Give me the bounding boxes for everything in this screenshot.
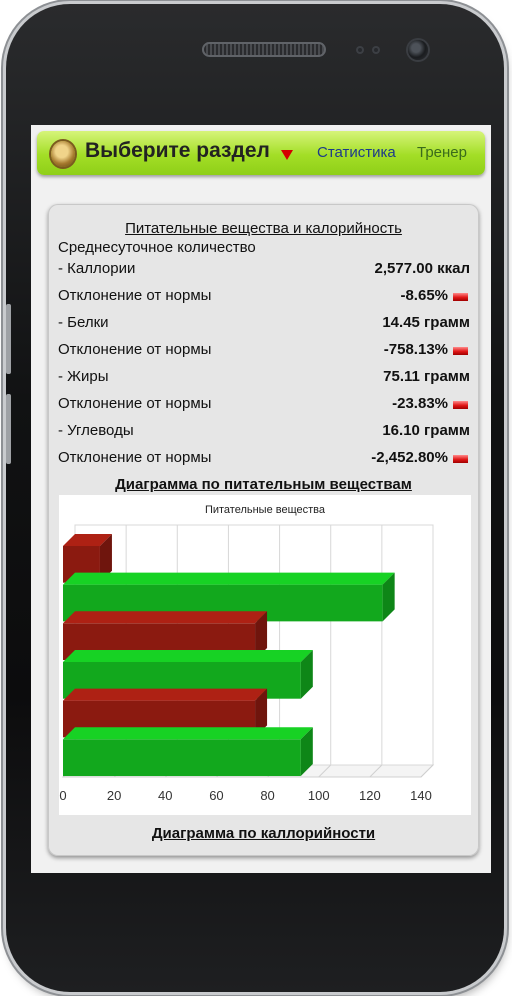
x-tick-label: 80 <box>260 788 274 803</box>
stat-label: - Белки <box>58 314 109 331</box>
x-tick-label: 120 <box>359 788 381 803</box>
stat-row-carbs: - Углеводы 16.10 грамм <box>58 422 470 442</box>
section-selector[interactable]: Выберите раздел <box>85 139 270 163</box>
red-flag-icon <box>453 347 468 355</box>
stat-label: - Каллории <box>58 260 136 277</box>
app-screen: Выберите раздел Статистика Тренер Питате… <box>31 125 491 873</box>
card-title: Питательные вещества и калорийность <box>125 220 402 237</box>
bar-top <box>63 572 395 585</box>
bar-top <box>63 727 313 740</box>
stat-row-proteins-deviation: Отклонение от нормы -758.13% <box>58 341 470 361</box>
app-logo-icon[interactable] <box>51 141 75 167</box>
nutrients-chart: Питательные вещества 0 20 40 60 80 100 120 140 <box>59 495 471 815</box>
nutrients-chart-link[interactable]: Диаграмма по питательным веществам <box>48 476 479 493</box>
power-button <box>6 394 11 464</box>
chart-svg: Питательные вещества 0 20 40 60 80 100 120 140 <box>59 504 435 803</box>
top-bar: Выберите раздел Статистика Тренер <box>37 131 485 175</box>
stat-row-proteins: - Белки 14.45 грамм <box>58 314 470 334</box>
stat-value: -758.13% <box>383 341 448 358</box>
red-flag-icon <box>453 455 468 463</box>
x-tick-label: 100 <box>308 788 330 803</box>
x-tick-label: 60 <box>209 788 223 803</box>
bar-top <box>63 649 313 662</box>
bar-top <box>63 611 268 624</box>
calories-chart-link[interactable]: Диаграмма по каллорийности <box>48 825 479 842</box>
stat-row-calories-deviation: Отклонение от нормы -8.65% <box>58 287 470 307</box>
stat-value: -2,452.80% <box>371 449 448 466</box>
stat-label: Отклонение от нормы <box>58 287 212 304</box>
earpiece-speaker <box>202 42 326 57</box>
tab-trainer[interactable]: Тренер <box>417 144 467 161</box>
stat-row-carbs-deviation: Отклонение от нормы -2,452.80% <box>58 449 470 469</box>
light-sensor <box>372 46 380 54</box>
stat-value: 14.45 грамм <box>382 314 470 331</box>
dropdown-arrow-icon[interactable] <box>281 150 293 160</box>
daily-average-heading: Среднесуточное количество <box>58 239 256 256</box>
stat-value: 16.10 грамм <box>382 422 470 439</box>
x-tick-label: 0 <box>59 788 66 803</box>
stat-value: -23.83% <box>392 395 448 412</box>
stat-value: -8.65% <box>400 287 448 304</box>
stat-row-fats-deviation: Отклонение от нормы -23.83% <box>58 395 470 415</box>
red-flag-icon <box>453 401 468 409</box>
bar <box>63 739 301 777</box>
stat-row-fats: - Жиры 75.11 грамм <box>58 368 470 388</box>
stat-label: - Жиры <box>58 368 109 385</box>
stat-label: Отклонение от нормы <box>58 395 212 412</box>
front-camera <box>408 40 428 60</box>
stat-value: 2,577.00 ккал <box>374 260 470 277</box>
phone-frame: Выберите раздел Статистика Тренер Питате… <box>6 4 504 992</box>
stat-label: - Углеводы <box>58 422 134 439</box>
tab-statistics[interactable]: Статистика <box>317 144 396 161</box>
volume-button <box>6 304 11 374</box>
bar-top <box>63 688 268 701</box>
chart-title: Питательные вещества <box>205 504 326 516</box>
x-tick-label: 20 <box>107 788 121 803</box>
nutrients-card: Питательные вещества и калорийность Сред… <box>48 204 479 856</box>
proximity-sensor <box>356 46 364 54</box>
red-flag-icon <box>453 293 468 301</box>
x-tick-label: 40 <box>158 788 172 803</box>
stat-label: Отклонение от нормы <box>58 449 212 466</box>
x-tick-label: 140 <box>410 788 432 803</box>
stat-label: Отклонение от нормы <box>58 341 212 358</box>
stat-row-calories: - Каллории 2,577.00 ккал <box>58 260 470 280</box>
stat-value: 75.11 грамм <box>383 368 470 385</box>
